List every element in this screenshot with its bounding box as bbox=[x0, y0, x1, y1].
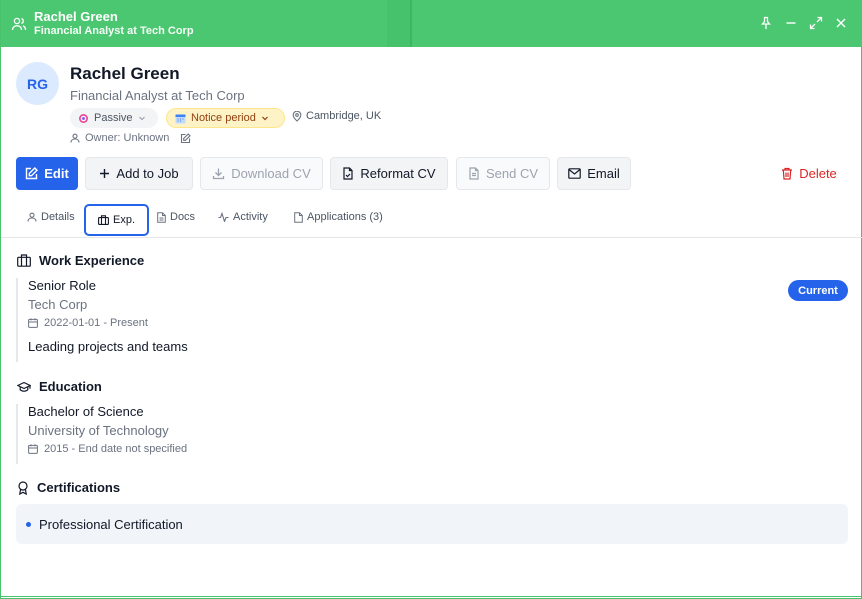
email-label: Email bbox=[587, 166, 620, 181]
tab-details[interactable]: Details bbox=[27, 211, 75, 223]
candidate-name: Rachel Green bbox=[70, 64, 180, 83]
job-dates-row: 2022-01-01 - Present bbox=[28, 317, 188, 329]
edit-label: Edit bbox=[44, 166, 69, 181]
tab-applications[interactable]: Applications (3) bbox=[294, 211, 383, 223]
tab-docs-label: Docs bbox=[170, 211, 196, 223]
calendar-icon bbox=[175, 113, 186, 124]
owner-row: Owner: Unknown bbox=[70, 132, 192, 144]
file-text-icon bbox=[157, 211, 166, 223]
file-icon bbox=[294, 211, 303, 223]
window-bottom-border bbox=[1, 596, 862, 597]
location-text: Cambridge, UK bbox=[306, 110, 382, 122]
candidate-window: Rachel Green Financial Analyst at Tech C… bbox=[0, 0, 862, 599]
map-pin-icon bbox=[292, 110, 302, 122]
title-bar[interactable]: Rachel Green Financial Analyst at Tech C… bbox=[1, 0, 862, 47]
maximize-icon[interactable] bbox=[808, 15, 824, 31]
job-description: Leading projects and teams bbox=[28, 339, 188, 354]
work-experience-heading: Work Experience bbox=[17, 253, 144, 268]
file-check-icon bbox=[342, 167, 354, 180]
award-icon bbox=[17, 480, 29, 495]
edit-button[interactable]: Edit bbox=[16, 157, 78, 190]
trash-icon bbox=[781, 167, 793, 180]
download-icon bbox=[212, 167, 225, 180]
minimize-icon[interactable] bbox=[783, 15, 799, 31]
certifications-heading: Certifications bbox=[17, 480, 120, 495]
job-role: Senior Role bbox=[28, 278, 96, 293]
tab-activity[interactable]: Activity bbox=[218, 211, 268, 223]
certification-item: Professional Certification bbox=[16, 504, 848, 544]
pin-icon[interactable] bbox=[758, 15, 774, 31]
certification-name: Professional Certification bbox=[39, 516, 183, 532]
current-badge: Current bbox=[788, 280, 848, 301]
user-icon bbox=[27, 212, 37, 222]
job-company: Tech Corp bbox=[28, 297, 88, 312]
status-dropdown[interactable]: Passive bbox=[70, 108, 158, 128]
activity-icon bbox=[218, 212, 229, 222]
experience-entry: Senior Role Tech Corp 2022-01-01 - Prese… bbox=[16, 278, 188, 362]
calendar-icon bbox=[28, 318, 38, 328]
edit-owner-icon[interactable] bbox=[180, 132, 192, 144]
tab-details-label: Details bbox=[41, 211, 75, 223]
location: Cambridge, UK bbox=[292, 110, 381, 122]
tab-experience-label: Exp. bbox=[112, 214, 135, 226]
institution: University of Technology bbox=[28, 423, 169, 438]
chevron-down-icon bbox=[261, 114, 269, 122]
target-icon bbox=[78, 113, 89, 124]
certifications-title: Certifications bbox=[37, 480, 121, 495]
education-title: Education bbox=[39, 379, 102, 394]
graduation-cap-icon bbox=[17, 381, 31, 393]
education-heading: Education bbox=[17, 379, 102, 394]
job-dates: 2022-01-01 - Present bbox=[44, 317, 148, 329]
availability-label: Notice period bbox=[191, 112, 256, 124]
briefcase-icon bbox=[98, 215, 109, 225]
title-bar-shade bbox=[387, 0, 410, 47]
work-experience-title: Work Experience bbox=[39, 253, 145, 268]
tab-bar: Details Exp. Docs Activity Applications … bbox=[1, 203, 862, 238]
tab-activity-label: Activity bbox=[233, 211, 268, 223]
add-to-job-label: Add to Job bbox=[116, 166, 179, 181]
delete-button[interactable]: Delete bbox=[777, 157, 841, 190]
user-icon bbox=[70, 133, 80, 143]
window-subtitle: Financial Analyst at Tech Corp bbox=[34, 25, 194, 37]
reformat-cv-button[interactable]: Reformat CV bbox=[330, 157, 448, 190]
degree: Bachelor of Science bbox=[28, 404, 144, 419]
file-text-icon bbox=[468, 167, 480, 180]
tab-docs[interactable]: Docs bbox=[157, 211, 195, 223]
reformat-cv-label: Reformat CV bbox=[360, 166, 436, 181]
delete-label: Delete bbox=[799, 166, 837, 181]
add-to-job-button[interactable]: Add to Job bbox=[85, 157, 193, 190]
close-icon[interactable] bbox=[833, 15, 849, 31]
plus-icon bbox=[99, 168, 110, 179]
briefcase-icon bbox=[17, 254, 31, 267]
education-entry: Bachelor of Science University of Techno… bbox=[16, 404, 187, 464]
bullet-dot bbox=[26, 521, 31, 527]
users-icon bbox=[11, 16, 27, 32]
status-label: Passive bbox=[94, 112, 133, 124]
candidate-title: Financial Analyst at Tech Corp bbox=[70, 88, 245, 103]
chevron-down-icon bbox=[138, 114, 146, 122]
title-bar-divider bbox=[410, 0, 412, 47]
education-dates-row: 2015 - End date not specified bbox=[28, 443, 187, 455]
education-dates: 2015 - End date not specified bbox=[44, 443, 188, 455]
edit-icon bbox=[25, 167, 39, 180]
send-cv-label: Send CV bbox=[485, 166, 539, 181]
download-cv-button[interactable]: Download CV bbox=[200, 157, 323, 190]
owner-text: Owner: Unknown bbox=[85, 132, 170, 144]
email-button[interactable]: Email bbox=[557, 157, 631, 190]
tab-applications-label: Applications (3) bbox=[307, 211, 383, 223]
window-title: Rachel Green bbox=[34, 9, 118, 24]
tab-experience[interactable]: Exp. bbox=[84, 204, 149, 236]
availability-dropdown[interactable]: Notice period bbox=[166, 108, 285, 128]
mail-icon bbox=[568, 168, 582, 179]
send-cv-button[interactable]: Send CV bbox=[456, 157, 550, 190]
download-cv-label: Download CV bbox=[231, 166, 311, 181]
calendar-icon bbox=[28, 444, 38, 454]
avatar: RG bbox=[16, 62, 59, 105]
